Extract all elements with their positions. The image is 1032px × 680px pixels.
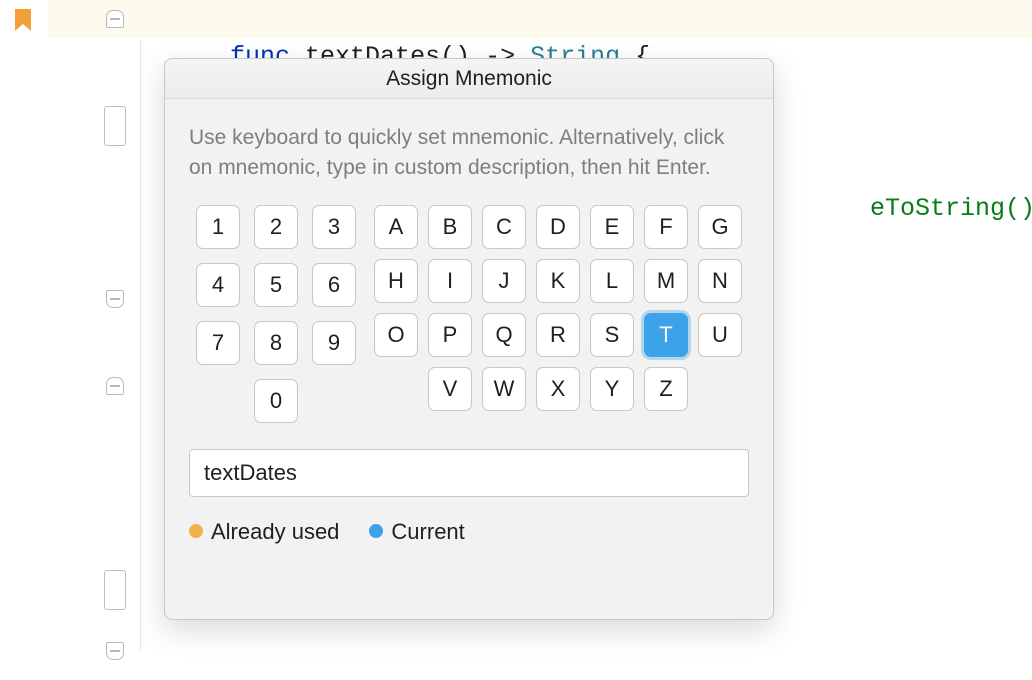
mnemonic-key-5[interactable]: 5 (254, 263, 298, 307)
fold-strip (48, 0, 80, 680)
mnemonic-key-u[interactable]: U (698, 313, 742, 357)
mnemonic-key-3[interactable]: 3 (312, 205, 356, 249)
mnemonic-key-l[interactable]: L (590, 259, 634, 303)
gutter (0, 0, 48, 680)
mnemonic-key-p[interactable]: P (428, 313, 472, 357)
mnemonic-key-k[interactable]: K (536, 259, 580, 303)
popup-instructions: Use keyboard to quickly set mnemonic. Al… (189, 123, 749, 183)
popup-body: Use keyboard to quickly set mnemonic. Al… (165, 99, 773, 563)
editor-area: func textDates() -> String { eToString()… (0, 0, 1032, 680)
mnemonic-key-h[interactable]: H (374, 259, 418, 303)
mnemonic-key-0[interactable]: 0 (254, 379, 298, 423)
mnemonic-key-2[interactable]: 2 (254, 205, 298, 249)
mnemonic-key-w[interactable]: W (482, 367, 526, 411)
mnemonic-key-x[interactable]: X (536, 367, 580, 411)
mnemonic-description-input[interactable] (189, 449, 749, 497)
mnemonic-key-a[interactable]: A (374, 205, 418, 249)
mnemonic-key-r[interactable]: R (536, 313, 580, 357)
mnemonic-key-8[interactable]: 8 (254, 321, 298, 365)
mnemonic-key-z[interactable]: Z (644, 367, 688, 411)
mnemonic-key-grid: 123 456 7890 ABCDEFG HIJKLMN OPQRSTU VWXYZ (189, 205, 749, 423)
mnemonic-key-i[interactable]: I (428, 259, 472, 303)
legend-dot-used-icon (189, 524, 203, 538)
mnemonic-key-j[interactable]: J (482, 259, 526, 303)
mnemonic-key-y[interactable]: Y (590, 367, 634, 411)
mnemonic-key-4[interactable]: 4 (196, 263, 240, 307)
legend-current: Current (369, 519, 464, 545)
mnemonic-key-n[interactable]: N (698, 259, 742, 303)
assign-mnemonic-popup: Assign Mnemonic Use keyboard to quickly … (164, 58, 774, 620)
mnemonic-key-e[interactable]: E (590, 205, 634, 249)
mnemonic-key-b[interactable]: B (428, 205, 472, 249)
popup-title: Assign Mnemonic (165, 59, 773, 99)
string-literal-tail: eToString())" (870, 194, 1032, 223)
mnemonic-key-d[interactable]: D (536, 205, 580, 249)
legend: Already used Current (189, 519, 749, 545)
legend-already-used: Already used (189, 519, 339, 545)
legend-dot-current-icon (369, 524, 383, 538)
mnemonic-key-t[interactable]: T (644, 313, 688, 357)
mnemonic-key-v[interactable]: V (428, 367, 472, 411)
mnemonic-key-o[interactable]: O (374, 313, 418, 357)
mnemonic-key-m[interactable]: M (644, 259, 688, 303)
mnemonic-key-9[interactable]: 9 (312, 321, 356, 365)
mnemonic-key-6[interactable]: 6 (312, 263, 356, 307)
mnemonic-key-c[interactable]: C (482, 205, 526, 249)
bookmark-icon[interactable] (14, 9, 32, 31)
mnemonic-key-q[interactable]: Q (482, 313, 526, 357)
mnemonic-key-g[interactable]: G (698, 205, 742, 249)
mnemonic-key-s[interactable]: S (590, 313, 634, 357)
mnemonic-key-f[interactable]: F (644, 205, 688, 249)
mnemonic-key-7[interactable]: 7 (196, 321, 240, 365)
mnemonic-key-1[interactable]: 1 (196, 205, 240, 249)
